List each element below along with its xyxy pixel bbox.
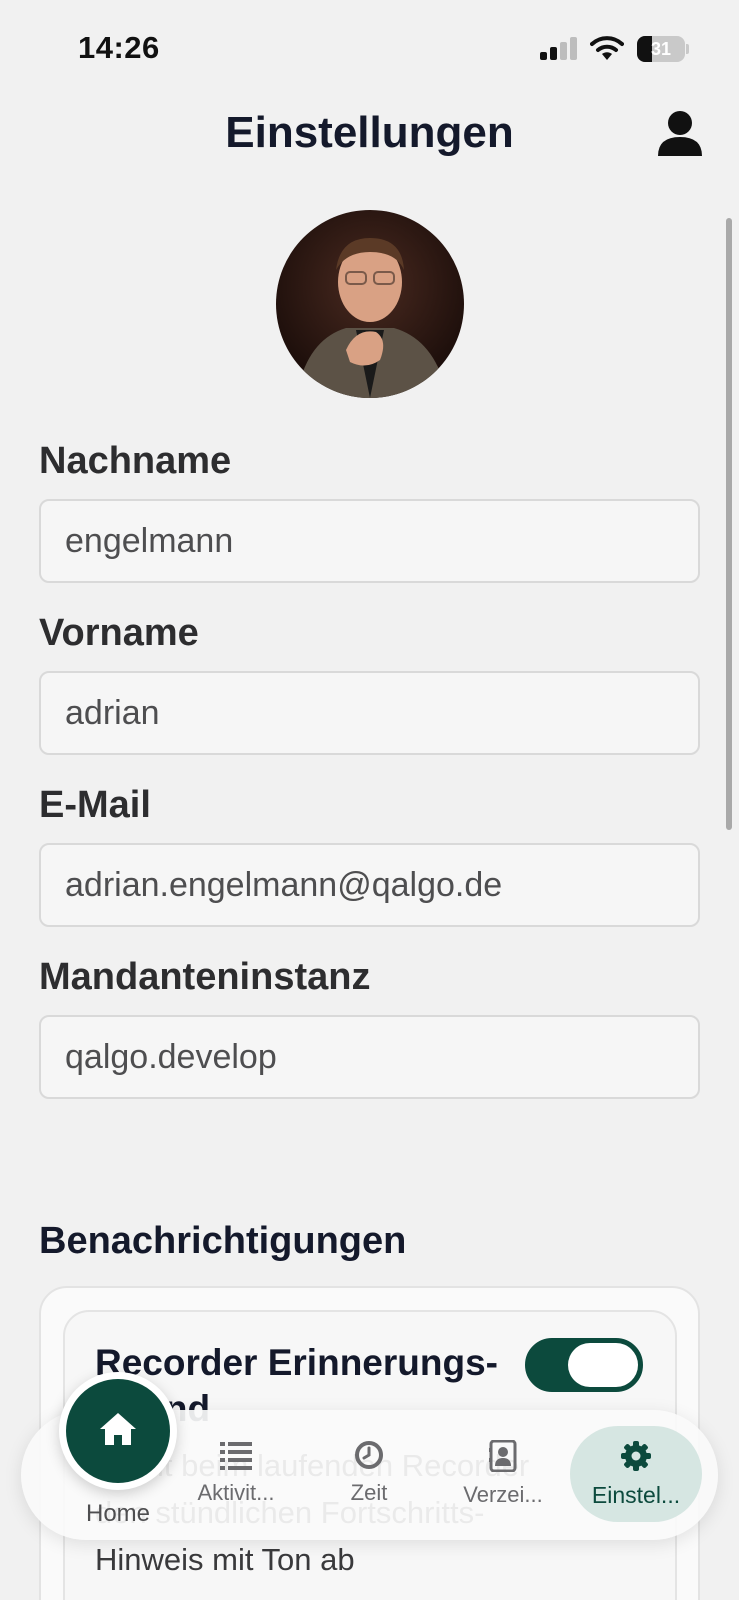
scrollbar[interactable]: [726, 218, 732, 830]
clock-icon: [355, 1441, 383, 1469]
tab-activities[interactable]: Aktivit...: [181, 1440, 291, 1506]
tab-time-label: Zeit: [350, 1480, 388, 1505]
contact-card-icon: [489, 1440, 517, 1472]
notifications-section-title: Benachrichtigungen: [39, 1220, 407, 1262]
battery-icon: 31: [637, 36, 689, 62]
tab-time[interactable]: Zeit: [314, 1440, 424, 1506]
tab-activities-label: Aktivit...: [197, 1480, 275, 1505]
home-icon: [100, 1413, 136, 1445]
mandant-label: Mandanteninstanz: [39, 956, 371, 998]
tab-home-label: Home: [85, 1500, 151, 1527]
home-button[interactable]: [59, 1372, 177, 1490]
nachname-field[interactable]: [39, 499, 700, 583]
header: Einstellungen: [0, 96, 739, 186]
list-icon: [220, 1442, 252, 1470]
vorname-field[interactable]: [39, 671, 700, 755]
signal-icon: [540, 37, 577, 60]
email-label: E-Mail: [39, 784, 151, 826]
mandant-field[interactable]: [39, 1015, 700, 1099]
page-title: Einstellungen: [225, 108, 514, 157]
status-time: 14:26: [78, 30, 160, 65]
tab-directory-label: Verzei...: [463, 1482, 543, 1507]
status-bar: 14:26 31: [0, 0, 739, 96]
gear-icon: [621, 1441, 651, 1471]
vorname-label: Vorname: [39, 612, 199, 654]
nachname-label: Nachname: [39, 440, 232, 482]
toggle-knob: [568, 1343, 638, 1387]
wifi-icon: [590, 36, 624, 60]
tab-settings-label: Einstel...: [591, 1482, 681, 1508]
battery-level: 31: [650, 39, 672, 59]
recorder-sound-toggle[interactable]: [525, 1338, 643, 1392]
email-field[interactable]: [39, 843, 700, 927]
tab-directory[interactable]: Verzei...: [448, 1440, 558, 1508]
person-icon[interactable]: [658, 110, 702, 156]
avatar[interactable]: [276, 210, 464, 398]
tab-settings[interactable]: Einstel...: [581, 1440, 691, 1509]
